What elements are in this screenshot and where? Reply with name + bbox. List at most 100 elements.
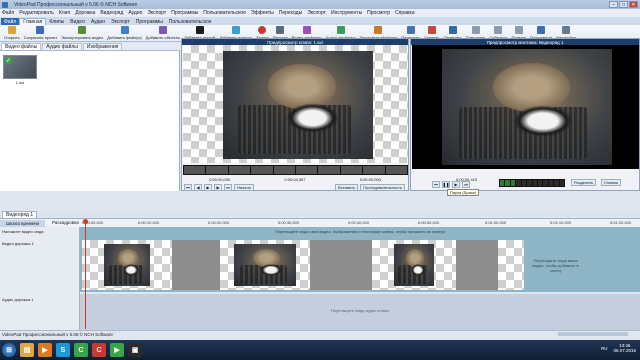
menu-tools[interactable]: Инструменты xyxy=(331,10,362,16)
add-objects-button[interactable]: Добавить объекты xyxy=(144,25,182,40)
go-end-icon[interactable]: ⏭ xyxy=(224,184,232,191)
tab-home[interactable]: Главная xyxy=(19,18,47,25)
folder-icon xyxy=(7,26,16,34)
menu-track[interactable]: Дорожка xyxy=(75,10,95,16)
undo-icon xyxy=(448,26,457,34)
add-file-icon xyxy=(120,26,129,34)
app-c-green-icon[interactable]: C xyxy=(74,343,88,357)
timeline-ruler[interactable]: 0:00:00,000 0:00:10,000 0:00:20,000 0:00… xyxy=(80,219,640,227)
menu-programs[interactable]: Программы xyxy=(171,10,198,16)
title-icon xyxy=(231,26,240,34)
timeline-clip[interactable] xyxy=(82,240,172,290)
menu-clip[interactable]: Клип xyxy=(59,10,70,16)
ruler-tick: 0:00:50,000 xyxy=(418,220,440,225)
timeline-clip[interactable] xyxy=(220,240,310,290)
timeline-tabs: Видеоряд 1 xyxy=(0,211,640,219)
transition-gap[interactable] xyxy=(172,240,220,290)
step-forward-icon[interactable]: ▶ xyxy=(214,184,222,191)
export-video-button[interactable]: Экспортировать видео xyxy=(59,25,105,40)
tab-export[interactable]: Экспорт xyxy=(108,18,133,25)
timeline-clip[interactable] xyxy=(498,240,524,290)
clip-thumbnail[interactable]: ✓ xyxy=(3,55,37,79)
start-button-icon[interactable]: ⊞ xyxy=(2,343,16,357)
clip-controls: ⏮ ◀ ▶ ▶ ⏭ Начало Вставить Последовательн… xyxy=(182,183,408,192)
zoom-slider[interactable] xyxy=(558,332,628,336)
seq-go-end-icon[interactable]: ⏭ xyxy=(462,181,470,188)
track-headers: Наложите видео сюда Видео дорожка 1 Ауди… xyxy=(0,227,80,334)
tab-programs[interactable]: Программы xyxy=(133,18,166,25)
quick-access-icon[interactable] xyxy=(2,1,8,8)
close-button[interactable]: ✕ xyxy=(629,1,638,8)
menu-view[interactable]: Просмотр xyxy=(367,10,390,16)
skype-icon[interactable]: S xyxy=(56,343,70,357)
save-icon xyxy=(36,26,45,34)
sequence-button[interactable]: Последовательность xyxy=(360,184,405,191)
maximize-button[interactable]: □ xyxy=(619,1,628,8)
tab-storyboard[interactable]: Раскадровка xyxy=(46,219,85,226)
minimize-button[interactable]: – xyxy=(609,1,618,8)
ruler-tick: 0:00:30,000 xyxy=(278,220,300,225)
playhead[interactable] xyxy=(83,219,88,329)
clip-preview-video[interactable] xyxy=(183,45,408,163)
video-track-label: Видео дорожка 1 xyxy=(2,241,34,246)
sequence-preview-panel: Предпросмотр монтажа: Видеоряд 1 0:00:00… xyxy=(410,38,640,196)
language-indicator[interactable]: RU xyxy=(601,346,608,351)
preview-icon xyxy=(514,26,523,34)
split-button[interactable]: Разделить xyxy=(571,179,597,186)
ruler-tick: 0:01:10,000 xyxy=(550,220,572,225)
overlay-track-label: Наложите видео сюда xyxy=(2,229,44,234)
add-objects-icon xyxy=(158,26,167,34)
menu-effects[interactable]: Эффекты xyxy=(251,10,274,16)
pause-tooltip: Пауза (Space) xyxy=(447,189,480,196)
seq-go-start-icon[interactable]: ⏮ xyxy=(432,181,440,188)
timeline-clip[interactable] xyxy=(372,240,456,290)
tab-file[interactable]: Файл xyxy=(1,18,20,25)
menu-sequence[interactable]: Видеоряд xyxy=(100,10,123,16)
seq-step-forward-icon[interactable]: ▶ xyxy=(452,181,460,188)
save-project-button[interactable]: Сохранить проект xyxy=(22,25,59,40)
cat-video-frame xyxy=(223,51,373,159)
menu-file[interactable]: Файл xyxy=(2,10,14,16)
tab-clips[interactable]: Клипы xyxy=(46,18,67,25)
menu-help[interactable]: Справка xyxy=(395,10,415,16)
open-button[interactable]: Открыть xyxy=(2,25,22,40)
media-player-icon[interactable]: ▶ xyxy=(38,343,52,357)
videopad-taskbar-icon[interactable]: ▣ xyxy=(128,343,142,357)
menu-edit[interactable]: Редактировать xyxy=(19,10,54,16)
tab-custom[interactable]: Пользовательское xyxy=(166,18,215,25)
ruler-tick: 0:01:00,000 xyxy=(485,220,507,225)
step-back-icon[interactable]: ◀ xyxy=(194,184,202,191)
go-start-icon[interactable]: ⏮ xyxy=(184,184,192,191)
menu-audio[interactable]: Аудио xyxy=(128,10,142,16)
menu-export-2[interactable]: Экспорт xyxy=(307,10,326,16)
clock[interactable]: 13:46 06.07.2016 xyxy=(613,343,636,353)
tab-video[interactable]: Видео xyxy=(67,18,88,25)
window-title: VideoPad Профессиональный v 5.06 © NCH S… xyxy=(14,1,138,8)
transition-gap[interactable] xyxy=(456,240,498,290)
record-icon xyxy=(258,26,267,34)
menu-export[interactable]: Экспорт xyxy=(147,10,166,16)
tab-audio[interactable]: Аудио xyxy=(88,18,108,25)
clip-filmstrip[interactable] xyxy=(183,165,408,175)
transition-gap[interactable] xyxy=(310,240,372,290)
menu-custom[interactable]: Пользовательское xyxy=(203,10,246,16)
tab-timeline[interactable]: Шкала времени xyxy=(0,219,46,227)
app-c-red-icon[interactable]: C xyxy=(92,343,106,357)
menu-transitions[interactable]: Переходы xyxy=(279,10,302,16)
status-text: VideoPad Профессиональный v 5.06 © NCH S… xyxy=(2,332,113,337)
tab-audio-files[interactable]: Аудио файлы xyxy=(42,43,82,50)
play-icon[interactable]: ▶ xyxy=(204,184,212,191)
explorer-icon[interactable]: ▤ xyxy=(20,343,34,357)
snapshot-button[interactable]: Снимок xyxy=(601,179,622,186)
sequence-preview-video[interactable] xyxy=(412,45,639,169)
seq-pause-icon[interactable]: ❚❚ xyxy=(442,181,450,188)
set-start-button[interactable]: Начало xyxy=(234,184,254,191)
clip-preview-panel: Предпросмотр клипа: 1.avi 0:00:00,000 0:… xyxy=(181,38,409,191)
tab-images[interactable]: Изображения xyxy=(82,43,123,50)
insert-button[interactable]: Вставить xyxy=(335,184,358,191)
tab-sequence-1[interactable]: Видеоряд 1 xyxy=(2,211,38,218)
tab-video-files[interactable]: Видео файлы xyxy=(1,43,42,50)
app-green-icon[interactable]: ▶ xyxy=(110,343,124,357)
append-drop-zone[interactable]: Перетащите сюда ваши видео, чтобы добави… xyxy=(528,240,583,290)
add-files-button[interactable]: Добавить файл(ы) xyxy=(105,25,143,40)
